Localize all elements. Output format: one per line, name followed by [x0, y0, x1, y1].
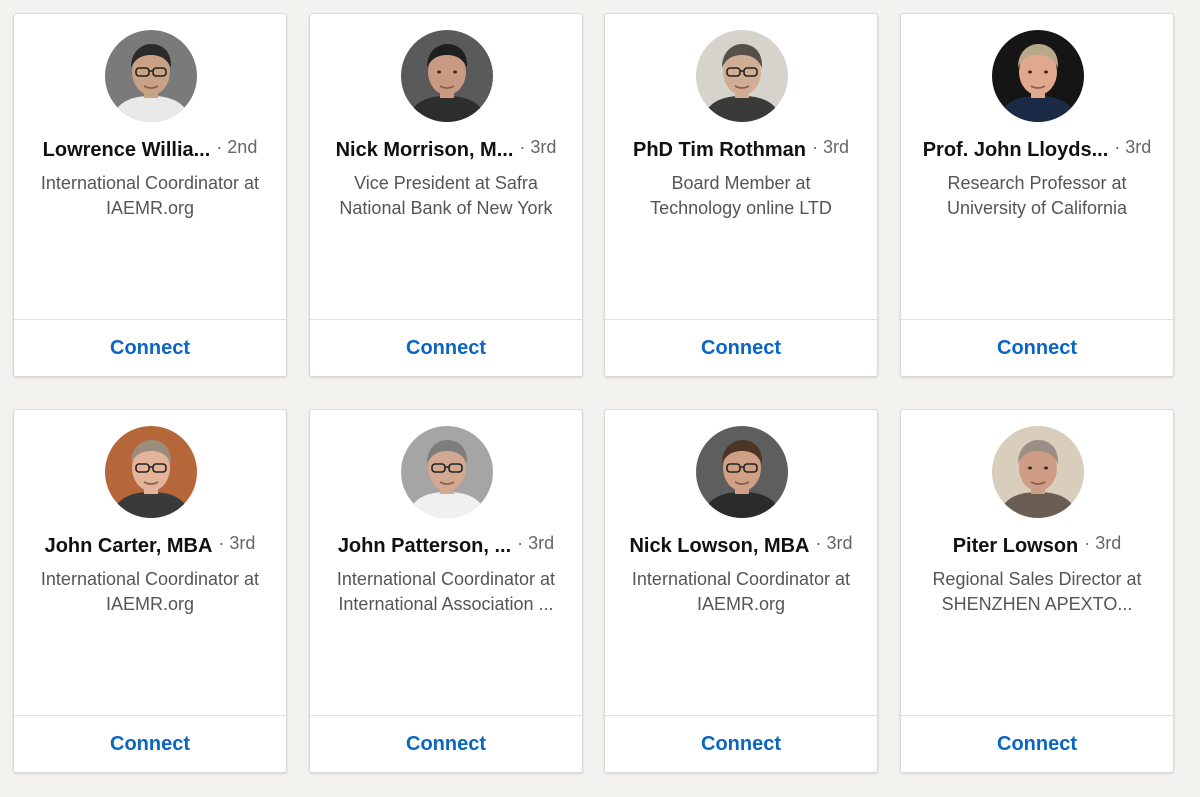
avatar[interactable]: [401, 426, 493, 518]
avatar[interactable]: [992, 426, 1084, 518]
profile-photo: [105, 426, 197, 518]
headline-line-2: IAEMR.org: [696, 594, 786, 614]
person-name[interactable]: Nick Morrison, M...: [336, 139, 514, 162]
person-name[interactable]: John Carter, MBA: [45, 535, 213, 558]
profile-card[interactable]: Lowrence Willia... · 2nd International C…: [13, 13, 287, 377]
headline-line-1: Board Member at: [671, 173, 811, 193]
headline: Board Member at Technology online LTD: [615, 171, 867, 221]
avatar[interactable]: [105, 30, 197, 122]
headline: International Coordinator at IAEMR.org: [24, 567, 276, 617]
name-line: Lowrence Willia... · 2nd: [22, 137, 278, 162]
connection-degree: · 3rd: [811, 137, 849, 157]
profile-photo: [992, 426, 1084, 518]
profile-photo: [401, 30, 493, 122]
connect-button[interactable]: Connect: [605, 716, 877, 772]
connect-button[interactable]: Connect: [14, 320, 286, 376]
profile-photo: [696, 30, 788, 122]
headline-line-1: International Coordinator at: [40, 569, 260, 589]
headline: International Coordinator at Internation…: [320, 567, 572, 617]
headline-line-1: International Coordinator at: [336, 569, 556, 589]
connection-degree: · 3rd: [519, 137, 557, 157]
headline: International Coordinator at IAEMR.org: [615, 567, 867, 617]
avatar[interactable]: [696, 426, 788, 518]
headline-line-2: IAEMR.org: [105, 198, 195, 218]
avatar[interactable]: [105, 426, 197, 518]
headline-line-1: Research Professor at: [947, 173, 1127, 193]
connection-degree: · 3rd: [1084, 533, 1122, 553]
person-name[interactable]: Piter Lowson: [953, 535, 1079, 558]
name-line: John Carter, MBA · 3rd: [22, 533, 278, 558]
headline-line-2: University of California: [946, 198, 1128, 218]
profile-photo: [696, 426, 788, 518]
name-line: Prof. John Lloyds... · 3rd: [909, 137, 1165, 162]
headline-line-1: Regional Sales Director at: [932, 569, 1142, 589]
profile-card[interactable]: Piter Lowson · 3rd Regional Sales Direct…: [900, 409, 1174, 773]
connect-button[interactable]: Connect: [901, 320, 1173, 376]
profile-card[interactable]: John Patterson, ... · 3rd International …: [309, 409, 583, 773]
headline-line-2: Technology online LTD: [650, 198, 832, 218]
profile-photo: [105, 30, 197, 122]
name-line: Piter Lowson · 3rd: [909, 533, 1165, 558]
avatar[interactable]: [401, 30, 493, 122]
headline: Vice President at Safra National Bank of…: [320, 171, 572, 221]
name-line: PhD Tim Rothman · 3rd: [613, 137, 869, 162]
connection-degree: · 3rd: [1114, 137, 1152, 157]
headline-line-1: International Coordinator at: [631, 569, 851, 589]
person-name[interactable]: PhD Tim Rothman: [633, 139, 806, 162]
name-line: John Patterson, ... · 3rd: [318, 533, 574, 558]
connect-button[interactable]: Connect: [901, 716, 1173, 772]
connection-degree: · 3rd: [815, 533, 853, 553]
profile-card[interactable]: Nick Morrison, M... · 3rd Vice President…: [309, 13, 583, 377]
person-name[interactable]: Lowrence Willia...: [43, 139, 211, 162]
connect-button[interactable]: Connect: [14, 716, 286, 772]
profile-photo: [992, 30, 1084, 122]
person-name[interactable]: John Patterson, ...: [338, 535, 511, 558]
connection-degree: · 3rd: [218, 533, 256, 553]
headline-line-2: International Association ...: [338, 594, 554, 614]
name-line: Nick Morrison, M... · 3rd: [318, 137, 574, 162]
connection-degree: · 3rd: [517, 533, 555, 553]
headline-line-2: National Bank of New York: [339, 198, 553, 218]
person-name[interactable]: Prof. John Lloyds...: [923, 139, 1109, 162]
profile-card[interactable]: Prof. John Lloyds... · 3rd Research Prof…: [900, 13, 1174, 377]
headline-line-1: International Coordinator at: [40, 173, 260, 193]
name-line: Nick Lowson, MBA · 3rd: [613, 533, 869, 558]
person-name[interactable]: Nick Lowson, MBA: [629, 535, 809, 558]
connect-button[interactable]: Connect: [310, 320, 582, 376]
connection-degree: · 2nd: [216, 137, 258, 157]
profile-photo: [401, 426, 493, 518]
headline: Research Professor at University of Cali…: [911, 171, 1163, 221]
headline: International Coordinator at IAEMR.org: [24, 171, 276, 221]
profile-card[interactable]: PhD Tim Rothman · 3rd Board Member at Te…: [604, 13, 878, 377]
profile-card[interactable]: John Carter, MBA · 3rd International Coo…: [13, 409, 287, 773]
headline-line-2: SHENZHEN APEXTO...: [941, 594, 1133, 614]
avatar[interactable]: [992, 30, 1084, 122]
headline-line-2: IAEMR.org: [105, 594, 195, 614]
connect-button[interactable]: Connect: [310, 716, 582, 772]
headline-line-1: Vice President at Safra: [354, 173, 538, 193]
avatar[interactable]: [696, 30, 788, 122]
connect-button[interactable]: Connect: [605, 320, 877, 376]
headline: Regional Sales Director at SHENZHEN APEX…: [911, 567, 1163, 617]
profile-card[interactable]: Nick Lowson, MBA · 3rd International Coo…: [604, 409, 878, 773]
